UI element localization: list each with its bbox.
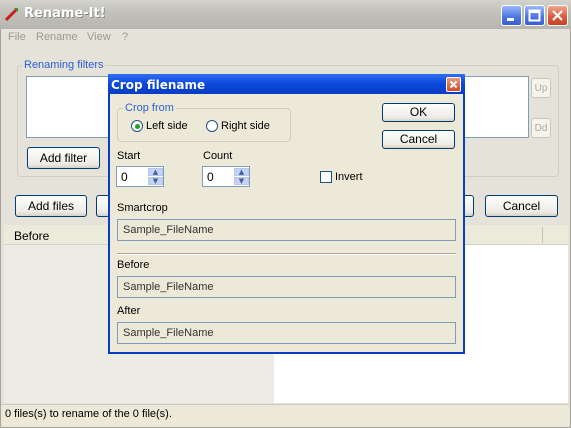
- dialog-separator: [117, 253, 456, 255]
- down-button[interactable]: Dd: [531, 118, 551, 138]
- renaming-filters-legend: Renaming filters: [22, 59, 106, 71]
- ok-button[interactable]: OK: [382, 103, 455, 122]
- menu-rename[interactable]: Rename: [36, 31, 78, 43]
- add-filter-button[interactable]: Add filter: [27, 147, 100, 169]
- dialog-close-button[interactable]: [446, 77, 461, 92]
- spin-down-icon[interactable]: ▼: [148, 177, 163, 185]
- radio-selected-dot: [135, 124, 140, 129]
- menu-file[interactable]: File: [8, 31, 26, 43]
- spin-up-icon[interactable]: ▲: [234, 168, 249, 176]
- start-label: Start: [117, 150, 141, 162]
- status-text: 0 files(s) to rename of the 0 file(s).: [5, 408, 172, 420]
- count-spin-buttons[interactable]: ▲ ▼: [234, 168, 249, 185]
- minimize-icon: [507, 18, 514, 21]
- up-button[interactable]: Up: [531, 78, 551, 98]
- right-side-label[interactable]: Right side: [221, 120, 270, 132]
- app-icon: [5, 8, 18, 21]
- menu-view[interactable]: View: [87, 31, 111, 43]
- column-header-before[interactable]: Before: [14, 229, 49, 243]
- close-button[interactable]: [547, 5, 568, 26]
- maximize-button[interactable]: [524, 5, 545, 26]
- dialog-title: Crop filename: [111, 78, 206, 92]
- start-value[interactable]: 0: [121, 170, 128, 184]
- smartcrop-field: Sample_FileName: [117, 219, 456, 241]
- left-side-radio[interactable]: [131, 120, 143, 132]
- count-label: Count: [203, 150, 233, 162]
- before-label: Before: [117, 259, 150, 271]
- smartcrop-label: Smartcrop: [117, 202, 168, 214]
- spin-up-icon[interactable]: ▲: [148, 168, 163, 176]
- left-side-label[interactable]: Left side: [146, 120, 188, 132]
- close-icon: [449, 80, 458, 89]
- dialog-cancel-button[interactable]: Cancel: [382, 130, 455, 149]
- maximize-icon: [528, 9, 541, 22]
- before-field: Sample_FileName: [117, 276, 456, 298]
- add-files-button[interactable]: Add files: [15, 195, 87, 217]
- invert-checkbox[interactable]: [320, 171, 332, 183]
- menu-help[interactable]: ?: [122, 31, 128, 43]
- after-label: After: [117, 305, 141, 317]
- invert-label[interactable]: Invert: [335, 171, 363, 183]
- minimize-button[interactable]: [501, 5, 522, 26]
- spin-down-icon[interactable]: ▼: [234, 177, 249, 185]
- count-value[interactable]: 0: [207, 170, 214, 184]
- window-title: Rename-It!: [24, 6, 106, 21]
- start-spin-buttons[interactable]: ▲ ▼: [148, 168, 163, 185]
- start-spinner[interactable]: 0 ▲ ▼: [116, 166, 164, 187]
- close-icon: [552, 10, 563, 21]
- after-field: Sample_FileName: [117, 322, 456, 344]
- column-divider: [542, 227, 543, 243]
- cancel-button[interactable]: Cancel: [485, 195, 558, 217]
- crop-from-legend: Crop from: [123, 102, 176, 114]
- right-side-radio[interactable]: [206, 120, 218, 132]
- count-spinner[interactable]: 0 ▲ ▼: [202, 166, 250, 187]
